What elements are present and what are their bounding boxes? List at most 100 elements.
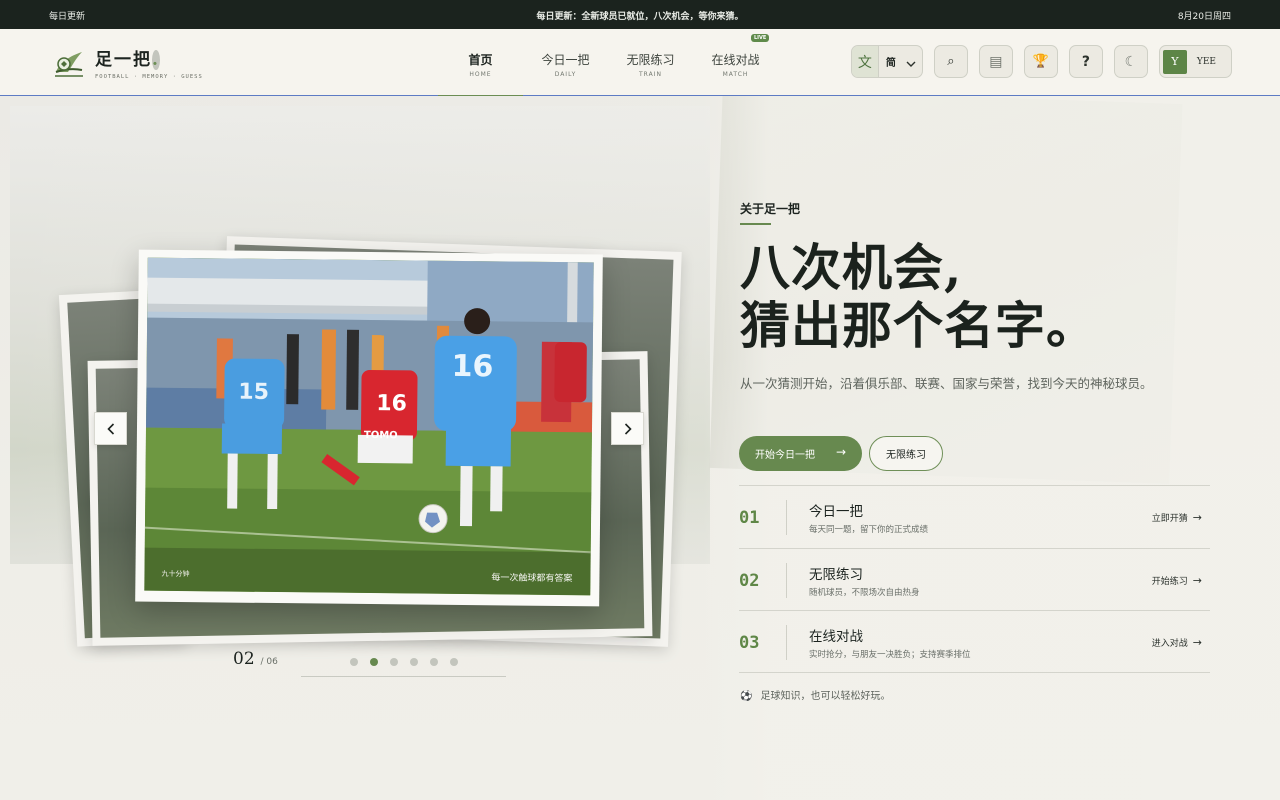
football-icon: ⚽ xyxy=(740,691,753,702)
announcement-text: 每日更新：全新球员已就位，八次机会，等你来猜。 xyxy=(536,12,744,22)
help-icon: ? xyxy=(1081,53,1090,70)
start-daily-label: 开始今日一把 xyxy=(755,450,815,461)
nav-home[interactable]: 首页 HOME xyxy=(438,29,523,97)
header-tools: 文 简 ⌕ ▤ 🏆 ? ☾ Y YEE xyxy=(850,45,1232,78)
carousel-dot[interactable] xyxy=(430,658,438,666)
nav-match-sublabel: MATCH xyxy=(722,71,749,78)
rules-button[interactable]: ▤ xyxy=(978,45,1013,78)
main-nav: 首页 HOME 今日一把 DAILY 无限练习 TRAIN LIVE 在线对战 … xyxy=(438,29,778,97)
mode-title: 无限练习 xyxy=(809,566,863,583)
mode-number: 02 xyxy=(739,570,760,591)
mode-cta[interactable]: 立即开猜 → xyxy=(1152,511,1202,524)
leaderboard-button[interactable]: 🏆 xyxy=(1023,45,1058,78)
football-logo-icon xyxy=(52,46,86,80)
search-icon: ⌕ xyxy=(947,54,955,69)
moon-icon: ☾ xyxy=(1124,53,1138,70)
arrow-right-icon: → xyxy=(1192,636,1202,649)
mode-divider xyxy=(786,500,787,535)
arrow-right-icon: → xyxy=(1192,573,1202,587)
eyebrow-underline xyxy=(740,223,771,225)
slide-total: 06 xyxy=(266,657,278,667)
user-menu[interactable]: Y YEE xyxy=(1158,45,1232,78)
site-header: 足一把. FOOTBALL · MEMORY · GUESS 首页 HOME 今… xyxy=(0,29,1280,97)
nav-match-label: 在线对战 xyxy=(711,53,760,67)
nav-home-sublabel: HOME xyxy=(469,71,492,78)
mode-number: 01 xyxy=(739,508,760,528)
mode-title: 在线对战 xyxy=(809,629,863,645)
footer-note: ⚽ 足球知识，也可以轻松好玩。 xyxy=(740,687,890,702)
carousel-dot[interactable] xyxy=(450,658,458,666)
language-value: 简 xyxy=(885,58,896,69)
mode-cta[interactable]: 开始练习 → xyxy=(1152,574,1202,587)
arrow-right-icon: → xyxy=(1192,511,1202,524)
mode-cta[interactable]: 进入对战 → xyxy=(1152,636,1202,649)
nav-daily[interactable]: 今日一把 DAILY xyxy=(523,29,608,96)
start-daily-button[interactable]: 开始今日一把 → xyxy=(739,436,862,471)
brand-tagline: FOOTBALL · MEMORY · GUESS xyxy=(95,74,203,80)
trophy-icon: 🏆 xyxy=(1032,54,1049,69)
nav-train-sublabel: TRAIN xyxy=(639,71,662,78)
mode-description: 随机球员，不限场次自由热身 xyxy=(809,587,920,598)
help-button[interactable]: ? xyxy=(1068,45,1103,78)
brand-name: 足一把. xyxy=(95,50,160,70)
carousel-progress-line xyxy=(301,676,506,677)
chevron-right-icon xyxy=(624,422,632,435)
nav-train-label: 无限练习 xyxy=(626,53,675,67)
practice-button[interactable]: 无限练习 xyxy=(869,436,943,471)
carousel-prev-button[interactable] xyxy=(94,412,127,445)
headline-line-2: 猜出那个名字。 xyxy=(740,296,1097,355)
carousel-dots xyxy=(350,658,470,666)
theme-toggle[interactable]: ☾ xyxy=(1113,45,1148,78)
nav-daily-sublabel: DAILY xyxy=(554,71,577,78)
headline-line-1: 八次机会, xyxy=(740,238,963,297)
mode-item-match[interactable]: 03 在线对战 实时抢分，与朋友一决胜负；支持赛季排位 进入对战 → xyxy=(739,610,1210,673)
mode-divider xyxy=(786,625,787,660)
nav-train[interactable]: 无限练习 TRAIN xyxy=(608,29,693,96)
search-button[interactable]: ⌕ xyxy=(933,45,968,78)
jersey-sponsor: TOMO xyxy=(364,430,398,441)
section-eyebrow: 关于足一把 xyxy=(740,202,801,216)
brand-logo[interactable]: 足一把. FOOTBALL · MEMORY · GUESS xyxy=(52,45,203,80)
avatar: Y xyxy=(1162,49,1187,74)
carousel-next-button[interactable] xyxy=(611,412,644,445)
practice-label: 无限练习 xyxy=(886,450,926,461)
carousel-dot[interactable] xyxy=(410,658,418,666)
hero-description: 从一次猜测开始，沿着俱乐部、联赛、国家与荣誉，找到今天的神秘球员。 xyxy=(740,376,1153,391)
nav-home-label: 首页 xyxy=(468,53,493,67)
game-modes-list: 01 今日一把 每天同一题，留下你的正式成绩 立即开猜 → 02 无限练习 随机球… xyxy=(739,485,1210,673)
book-icon: ▤ xyxy=(989,53,1003,70)
jersey-number: 15 xyxy=(238,380,269,405)
footer-note-text: 足球知识，也可以轻松好玩。 xyxy=(760,691,891,702)
nav-daily-label: 今日一把 xyxy=(541,53,590,67)
photo-caption-left: 九十分钟 xyxy=(161,569,190,579)
mode-description: 实时抢分，与朋友一决胜负；支持赛季排位 xyxy=(809,650,971,660)
carousel-dot[interactable] xyxy=(370,658,378,666)
slide-counter: 02 / 06 xyxy=(233,649,278,669)
featured-photo-card: 15 16 TOMO 16 九十分钟 每一次触球都有答案 xyxy=(135,249,603,607)
mode-item-train[interactable]: 02 无限练习 随机球员，不限场次自由热身 开始练习 → xyxy=(739,547,1210,611)
hero-section: 15 16 TOMO 16 九十分钟 每一次触球都有答案 02 / 06 关于足… xyxy=(0,96,1280,800)
mode-item-daily[interactable]: 01 今日一把 每天同一题，留下你的正式成绩 立即开猜 → xyxy=(739,485,1210,548)
mode-title: 今日一把 xyxy=(809,504,863,520)
date-label: 8月20日周四 xyxy=(1177,12,1231,22)
photo-caption-right: 每一次触球都有答案 xyxy=(491,573,573,585)
language-icon: 文 xyxy=(851,46,879,77)
carousel-dot[interactable] xyxy=(390,658,398,666)
chevron-down-icon xyxy=(906,52,916,71)
announcement-bar: 每日更新 每日更新：全新球员已就位，八次机会，等你来猜。 8月20日周四 xyxy=(0,0,1280,29)
page-title: 八次机会, 猜出那个名字。 xyxy=(740,239,1097,355)
mode-description: 每天同一题，留下你的正式成绩 xyxy=(809,525,929,535)
mode-divider xyxy=(786,562,787,598)
arrow-right-icon: → xyxy=(835,445,846,459)
jersey-number: 16 xyxy=(376,391,407,416)
nav-match[interactable]: LIVE 在线对战 MATCH xyxy=(693,29,778,96)
slide-current: 02 xyxy=(233,649,255,669)
username: YEE xyxy=(1196,56,1216,67)
match-photo: 15 16 TOMO 16 九十分钟 每一次触球都有答案 xyxy=(144,257,594,596)
chevron-left-icon xyxy=(106,422,114,435)
live-badge: LIVE xyxy=(751,34,770,42)
mode-number: 03 xyxy=(739,633,760,653)
jersey-number: 16 xyxy=(451,349,493,384)
carousel-dot[interactable] xyxy=(350,658,358,666)
language-select[interactable]: 文 简 xyxy=(850,45,923,78)
